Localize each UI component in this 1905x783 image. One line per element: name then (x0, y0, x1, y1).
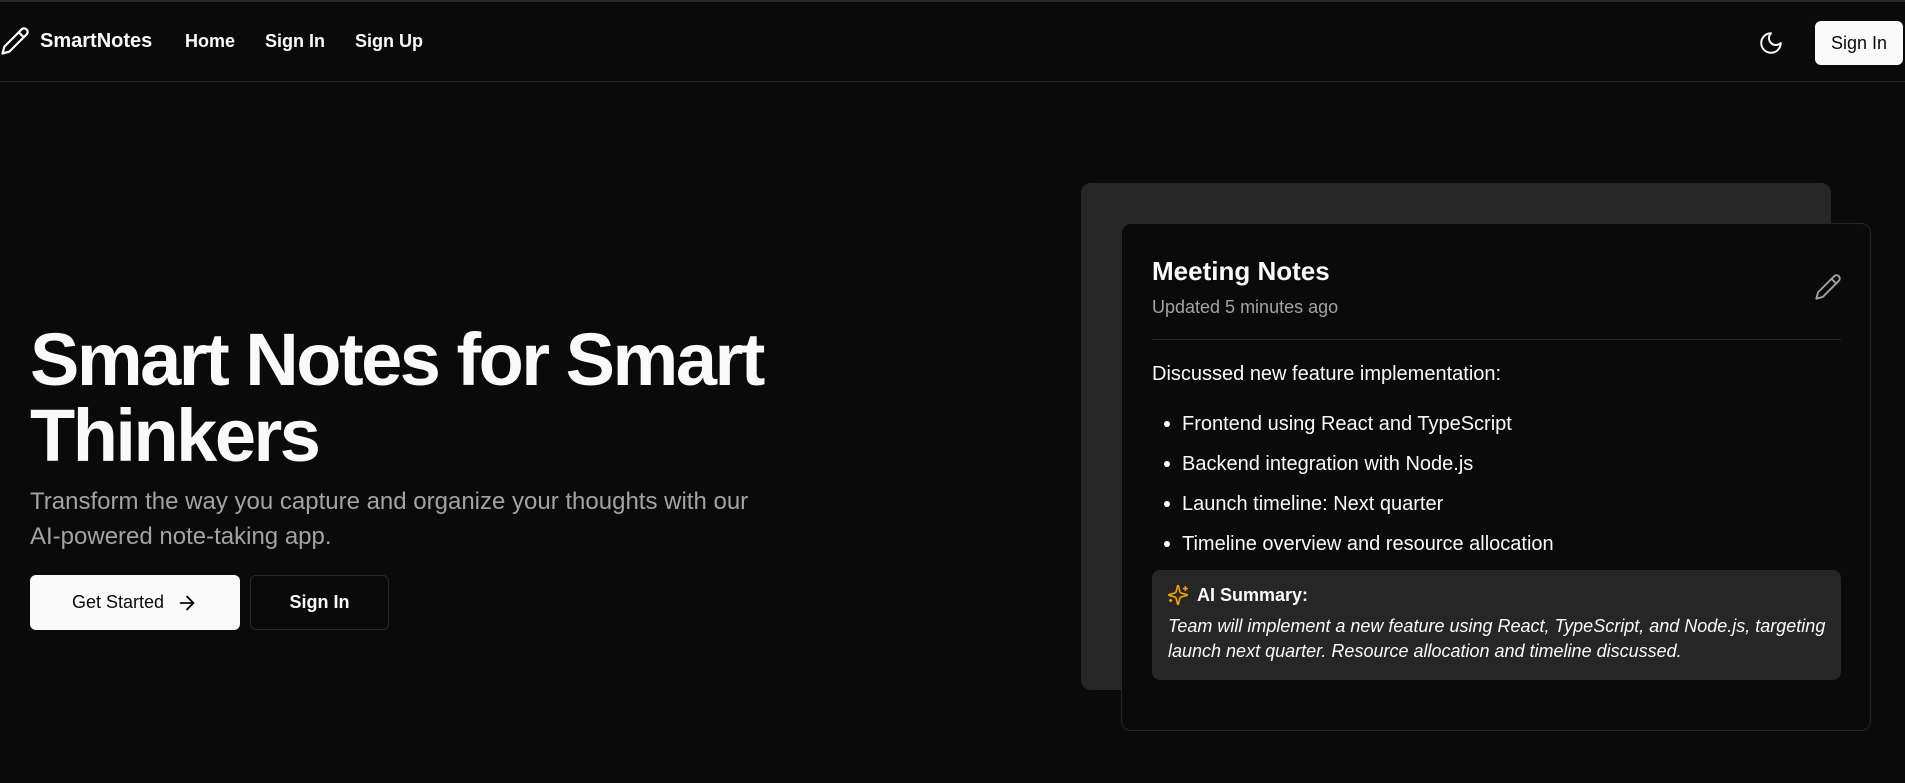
pencil-icon[interactable] (1814, 273, 1842, 301)
pencil-icon (0, 26, 30, 56)
moon-icon[interactable] (1758, 30, 1784, 56)
get-started-label: Get Started (71, 592, 165, 612)
nav-link-sign-in[interactable]: Sign In (265, 31, 325, 52)
ai-summary-label: AI Summary: (1197, 584, 1309, 605)
ai-summary-text: Team will implement a new feature using … (1168, 616, 1826, 661)
note-bullet-list: Frontend using React and TypeScript Back… (1152, 404, 1554, 564)
list-item: Backend integration with Node.js (1152, 444, 1554, 484)
nav-links: Home Sign In Sign Up (185, 31, 423, 52)
list-item: Timeline overview and resource allocatio… (1152, 524, 1554, 564)
arrow-right-icon (176, 592, 198, 614)
navbar: SmartNotes Home Sign In Sign Up Sign In (0, 2, 1905, 82)
ai-summary-header: AI Summary: (1167, 584, 1308, 606)
note-updated-time: Updated 5 minutes ago (1152, 297, 1339, 317)
note-intro: Discussed new feature implementation: (1152, 363, 1502, 385)
nav-link-sign-up[interactable]: Sign Up (355, 31, 423, 52)
brand-logo[interactable]: SmartNotes (0, 26, 152, 56)
sparkles-icon (1167, 584, 1189, 606)
brand-name: SmartNotes (40, 29, 153, 52)
nav-link-home[interactable]: Home (185, 31, 235, 52)
list-item: Launch timeline: Next quarter (1152, 484, 1554, 524)
hero-subtitle: Transform the way you capture and organi… (30, 488, 749, 550)
hero-title: Smart Notes for Smart Thinkers (30, 318, 765, 477)
header-sign-in-button[interactable]: Sign In (1815, 21, 1903, 65)
hero-sign-in-button[interactable]: Sign In (250, 575, 389, 630)
note-card: Meeting Notes Updated 5 minutes ago Disc… (1121, 223, 1871, 731)
get-started-button[interactable]: Get Started (30, 575, 240, 630)
note-title: Meeting Notes (1152, 256, 1330, 286)
note-divider (1152, 339, 1841, 340)
ai-summary-box: AI Summary: Team will implement a new fe… (1152, 570, 1841, 680)
list-item: Frontend using React and TypeScript (1152, 404, 1554, 444)
